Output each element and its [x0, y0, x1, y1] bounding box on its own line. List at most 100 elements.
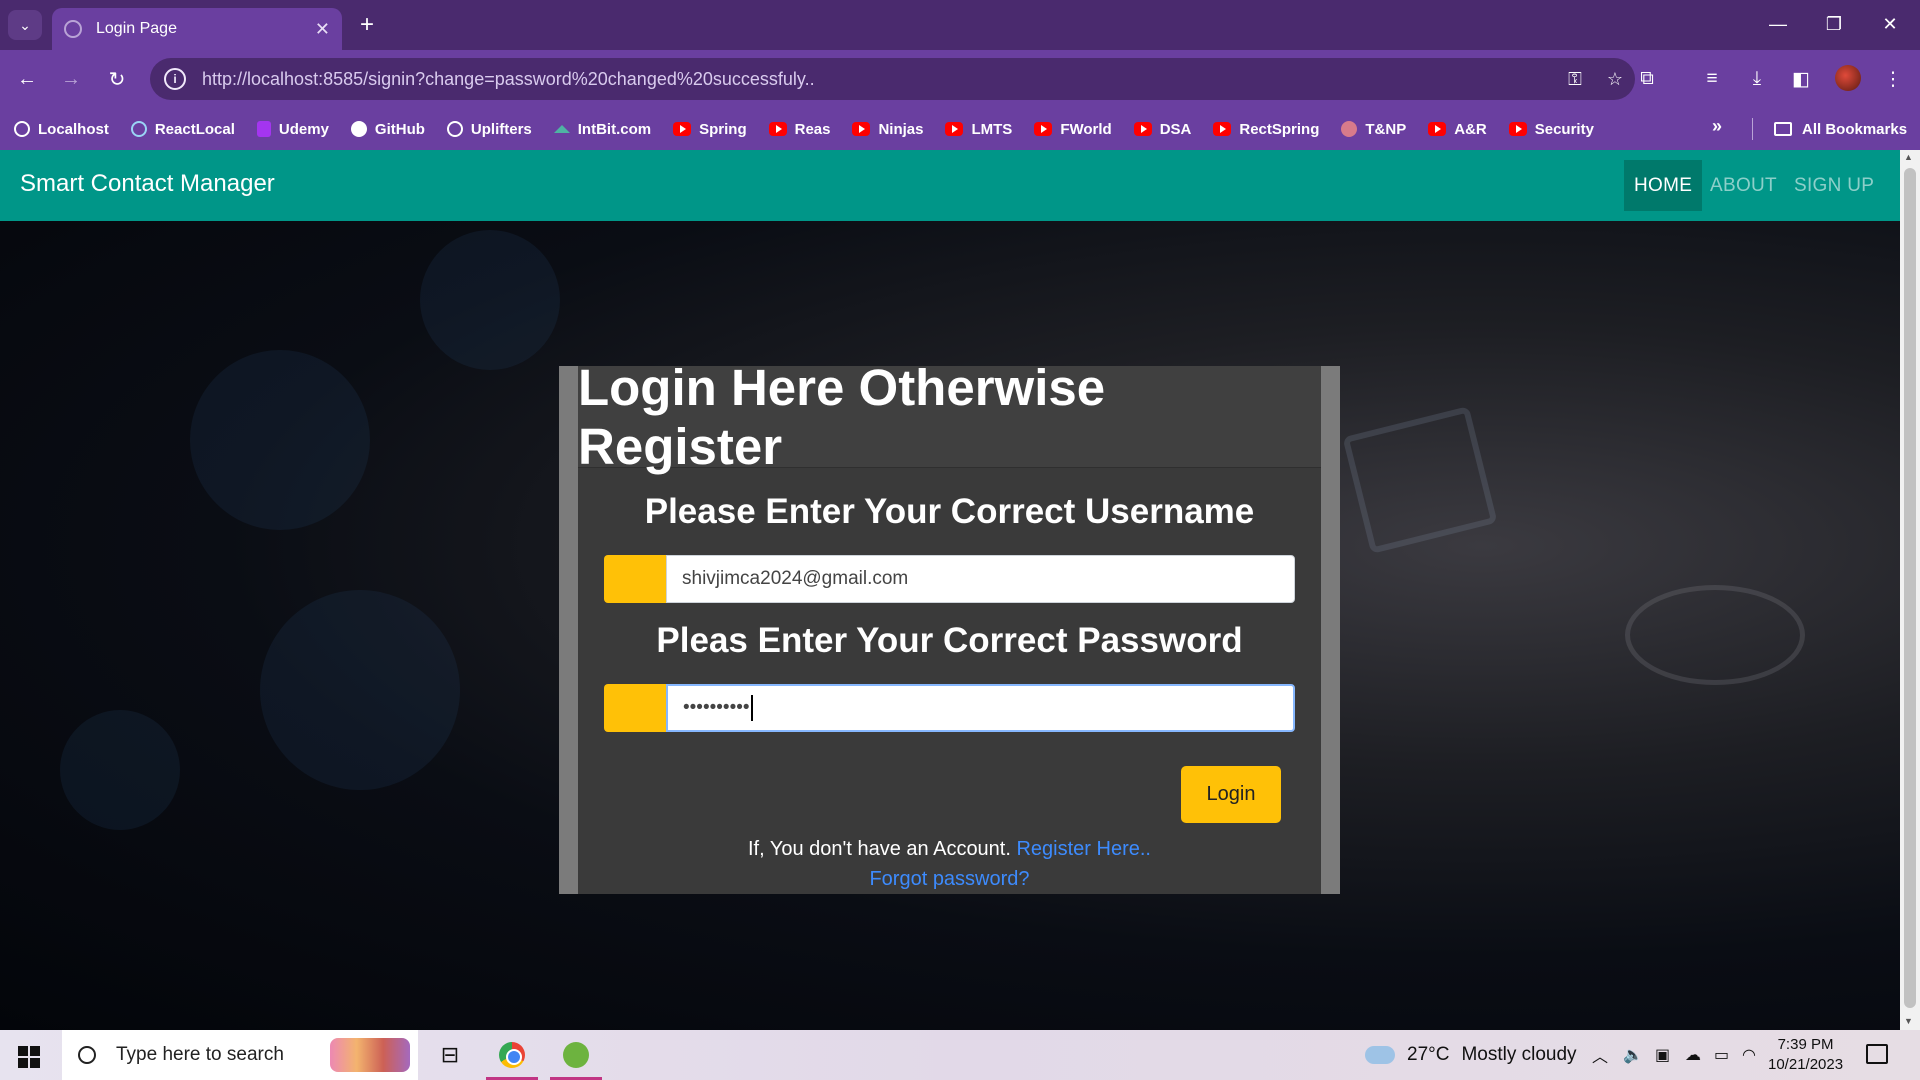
- no-account-text: If, You don't have an Account.: [748, 838, 1011, 860]
- close-tab-icon[interactable]: ✕: [315, 19, 330, 40]
- bookmark-dsa[interactable]: DSA: [1133, 121, 1191, 138]
- nav-sign-up[interactable]: SIGN UP: [1784, 160, 1884, 211]
- bookmark-localhost[interactable]: Localhost: [14, 121, 109, 138]
- profile-avatar[interactable]: [1835, 65, 1861, 91]
- site-info-icon[interactable]: i: [164, 68, 186, 90]
- globe-icon: [446, 121, 463, 137]
- background-bubble: [190, 350, 370, 530]
- battery-icon[interactable]: ▭: [1714, 1030, 1729, 1080]
- bookmark-github[interactable]: GitHub: [350, 121, 425, 138]
- password-input[interactable]: ••••••••••: [666, 684, 1295, 732]
- windows-start-icon[interactable]: [18, 1046, 40, 1068]
- page-scrollbar[interactable]: ▲ ▼: [1900, 150, 1920, 1030]
- login-button[interactable]: Login: [1181, 766, 1281, 823]
- task-view-icon[interactable]: ⊟: [420, 1030, 480, 1080]
- bookmark-rectspring[interactable]: RectSpring: [1213, 121, 1319, 138]
- weather-desc: Mostly cloudy: [1461, 1044, 1577, 1065]
- search-placeholder: Type here to search: [116, 1044, 284, 1065]
- username-addon: [604, 555, 666, 603]
- spring-tool-suite-icon: [563, 1042, 589, 1068]
- text-caret: [750, 695, 753, 721]
- bookmark-fworld[interactable]: FWorld: [1034, 121, 1112, 138]
- tab-login-page[interactable]: Login Page ✕: [52, 8, 342, 50]
- forgot-password-link[interactable]: Forgot password?: [869, 868, 1029, 890]
- background-bubble: [260, 590, 460, 790]
- youtube-icon: [1508, 122, 1527, 136]
- spring-taskbar-button[interactable]: [546, 1030, 606, 1080]
- weather-temp: 27°C: [1407, 1044, 1450, 1065]
- more-bookmarks-button[interactable]: »: [1712, 116, 1722, 137]
- password-label: Pleas Enter Your Correct Password: [656, 621, 1243, 660]
- menu-icon[interactable]: ⋮: [1878, 64, 1908, 94]
- chevron-down-icon: ⌄: [19, 16, 31, 33]
- meet-now-icon[interactable]: ▣: [1655, 1030, 1670, 1080]
- bookmarks-divider: [1752, 118, 1753, 140]
- tab-title: Login Page: [96, 20, 177, 37]
- media-icon[interactable]: ≡: [1697, 64, 1727, 94]
- nav-home[interactable]: HOME: [1624, 160, 1703, 211]
- forgot-password-line: Forgot password?: [578, 868, 1321, 891]
- bookmark-spring[interactable]: Spring: [673, 121, 747, 138]
- scroll-up-icon[interactable]: ▲: [1904, 152, 1913, 162]
- onedrive-icon[interactable]: ☁: [1685, 1030, 1701, 1080]
- forward-button[interactable]: →: [56, 64, 86, 94]
- site-navbar: Smart Contact Manager HOME ABOUT SIGN UP: [0, 150, 1900, 221]
- globe-icon: [64, 20, 82, 38]
- brand-link[interactable]: Smart Contact Manager: [20, 170, 275, 198]
- show-hidden-icons[interactable]: ︿: [1592, 1030, 1608, 1080]
- youtube-icon: [1213, 122, 1232, 136]
- register-link[interactable]: Register Here..: [1016, 838, 1151, 860]
- back-button[interactable]: ←: [12, 64, 42, 94]
- bookmark-udemy[interactable]: Udemy: [256, 121, 329, 138]
- nav-about[interactable]: ABOUT: [1700, 160, 1787, 211]
- username-input[interactable]: shivjimca2024@gmail.com: [666, 555, 1295, 603]
- volume-icon[interactable]: 🔈: [1623, 1030, 1643, 1080]
- youtube-icon: [1428, 122, 1447, 136]
- username-label: Please Enter Your Correct Username: [644, 492, 1255, 531]
- reload-button[interactable]: ↻: [102, 64, 132, 94]
- bookmark-lmts[interactable]: LMTS: [945, 121, 1012, 138]
- side-panel-icon[interactable]: ◧: [1786, 64, 1816, 94]
- all-bookmarks-button[interactable]: All Bookmarks: [1774, 108, 1907, 150]
- password-addon: [604, 684, 666, 732]
- star-icon[interactable]: ☆: [1595, 69, 1635, 90]
- notification-icon[interactable]: [1866, 1044, 1888, 1064]
- bookmark-anr[interactable]: A&R: [1428, 121, 1487, 138]
- youtube-icon: [1133, 122, 1152, 136]
- background-bubble: [420, 230, 560, 370]
- bookmark-security[interactable]: Security: [1508, 121, 1594, 138]
- bookmark-reas[interactable]: Reas: [768, 121, 830, 138]
- background-bubble: [60, 710, 180, 830]
- bookmark-ninjas[interactable]: Ninjas: [852, 121, 923, 138]
- chrome-taskbar-button[interactable]: [482, 1030, 542, 1080]
- tab-search-button[interactable]: ⌄: [8, 10, 42, 40]
- download-icon[interactable]: ⤓: [1742, 64, 1772, 94]
- chat-bubble-icon: [1625, 585, 1805, 685]
- extensions-icon[interactable]: ⧉: [1632, 64, 1662, 94]
- password-input-group: ••••••••••: [604, 684, 1295, 732]
- url-text[interactable]: http://localhost:8585/signin?change=pass…: [202, 69, 1555, 90]
- weather-widget[interactable]: 27°C Mostly cloudy: [1361, 1030, 1577, 1080]
- scrollbar-thumb[interactable]: [1904, 168, 1916, 1008]
- wifi-icon[interactable]: ◠: [1742, 1030, 1756, 1080]
- youtube-icon: [673, 122, 692, 136]
- taskbar-search[interactable]: Type here to search: [62, 1030, 418, 1080]
- new-tab-button[interactable]: +: [352, 10, 382, 40]
- bookmark-reactlocal[interactable]: ReactLocal: [130, 121, 235, 138]
- scroll-down-icon[interactable]: ▼: [1904, 1016, 1913, 1026]
- github-icon: [350, 121, 367, 137]
- search-icon: [78, 1046, 96, 1064]
- clock-date: 10/21/2023: [1768, 1056, 1844, 1073]
- bookmark-tnp[interactable]: T&NP: [1341, 121, 1406, 138]
- address-bar[interactable]: i http://localhost:8585/signin?change=pa…: [150, 58, 1635, 100]
- key-icon[interactable]: ⚿: [1555, 69, 1595, 90]
- username-input-group: shivjimca2024@gmail.com: [604, 555, 1295, 603]
- youtube-icon: [768, 122, 787, 136]
- bookmark-uplifters[interactable]: Uplifters: [446, 121, 532, 138]
- system-clock[interactable]: 7:39 PM 10/21/2023: [1768, 1035, 1843, 1075]
- close-window-button[interactable]: ✕: [1862, 0, 1918, 48]
- restore-button[interactable]: ❐: [1806, 0, 1862, 48]
- youtube-icon: [1034, 122, 1053, 136]
- minimize-button[interactable]: —: [1750, 0, 1806, 48]
- bookmark-intbit[interactable]: IntBit.com: [553, 121, 651, 138]
